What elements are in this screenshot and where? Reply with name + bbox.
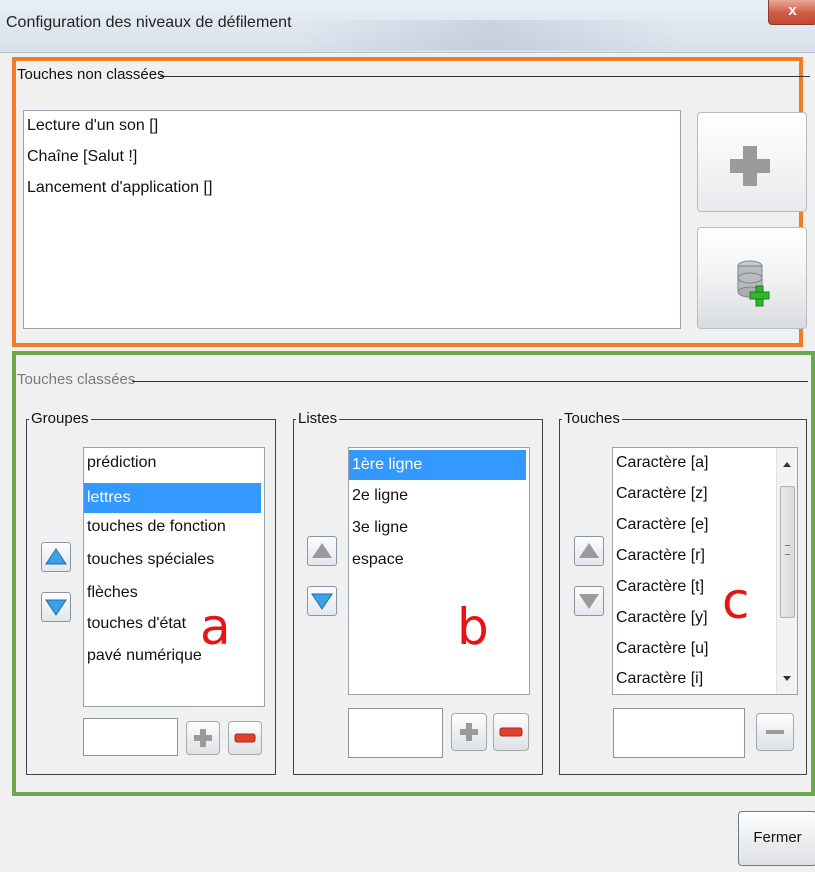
group-name-input[interactable]	[83, 718, 178, 756]
title-bar-background	[300, 20, 680, 50]
list-item[interactable]: Lancement d'application []	[27, 179, 212, 197]
sorted-legend: Touches classées	[17, 371, 136, 388]
unsorted-legend-line	[160, 76, 810, 77]
lists-legend: Listes	[296, 410, 340, 427]
annotation-b: b	[457, 598, 489, 656]
unsorted-keys-list[interactable]: Lecture d'un son [] Chaîne [Salut !] Lan…	[23, 110, 681, 329]
list-item[interactable]: Caractère [a]	[616, 454, 708, 472]
key-name-input[interactable]	[613, 708, 745, 758]
keys-legend: Touches	[562, 410, 622, 427]
list-item[interactable]: 2e ligne	[352, 487, 408, 505]
list-item[interactable]: Chaîne [Salut !]	[27, 148, 137, 166]
scroll-down-arrow-icon[interactable]	[777, 668, 797, 688]
list-item[interactable]: Caractère [e]	[616, 516, 708, 534]
list-item[interactable]: Caractère [z]	[616, 485, 708, 503]
list-item[interactable]: Caractère [i]	[616, 670, 703, 688]
close-button[interactable]: Fermer	[738, 811, 815, 866]
lists-list[interactable]: 1ère ligne 2e ligne 3e ligne espace	[348, 447, 530, 695]
add-group-button[interactable]	[186, 721, 220, 755]
move-down-button[interactable]	[574, 586, 604, 616]
remove-key-button[interactable]	[756, 713, 794, 751]
window-close-button[interactable]: x	[768, 0, 815, 25]
groups-legend: Groupes	[29, 410, 91, 427]
sorted-legend-line	[132, 381, 808, 382]
arrow-down-icon	[45, 599, 67, 616]
minus-icon	[766, 730, 784, 734]
move-down-button[interactable]	[41, 592, 71, 622]
minus-icon	[499, 727, 523, 737]
move-down-button[interactable]	[307, 586, 337, 616]
minus-icon	[234, 733, 256, 743]
list-item[interactable]: touches d'état	[87, 615, 186, 633]
list-name-input[interactable]	[348, 708, 443, 758]
list-item[interactable]: prédiction	[87, 454, 156, 472]
list-item-selected[interactable]: lettres	[84, 483, 261, 513]
plus-icon	[194, 729, 212, 747]
groups-list[interactable]: prédiction lettres touches de fonction t…	[83, 447, 265, 707]
list-item[interactable]: flèches	[87, 584, 138, 602]
window-title: Configuration des niveaux de défilement	[6, 14, 292, 31]
title-bar: Configuration des niveaux de défilement …	[0, 0, 815, 53]
remove-group-button[interactable]	[228, 721, 262, 755]
keys-list[interactable]: Caractère [a] Caractère [z] Caractère [e…	[612, 447, 798, 695]
arrow-down-icon	[311, 593, 333, 610]
list-item[interactable]: Caractère [r]	[616, 547, 705, 565]
scrollbar[interactable]	[776, 448, 797, 694]
list-item[interactable]: espace	[352, 551, 404, 569]
plus-icon	[730, 146, 770, 186]
scroll-up-arrow-icon[interactable]	[777, 456, 797, 476]
add-list-button[interactable]	[451, 713, 487, 751]
list-item[interactable]: touches spéciales	[87, 551, 214, 569]
arrow-up-icon	[45, 548, 67, 565]
arrow-up-icon	[579, 543, 599, 558]
add-key-button[interactable]	[697, 112, 807, 212]
list-item-selected[interactable]: 1ère ligne	[349, 450, 526, 480]
unsorted-legend: Touches non classées	[17, 66, 165, 83]
list-item[interactable]: Caractère [t]	[616, 578, 704, 596]
scrollbar-thumb[interactable]	[780, 486, 795, 618]
move-up-button[interactable]	[41, 542, 71, 572]
list-item[interactable]: Lecture d'un son []	[27, 117, 158, 135]
grip-icon	[785, 545, 790, 555]
annotation-a: a	[200, 598, 231, 656]
list-item[interactable]: 3e ligne	[352, 519, 408, 537]
close-button-label: Fermer	[753, 829, 802, 846]
database-add-icon	[737, 260, 770, 307]
list-item[interactable]: Caractère [y]	[616, 609, 708, 627]
list-item[interactable]: touches de fonction	[87, 518, 226, 536]
arrow-up-icon	[312, 543, 332, 558]
list-item[interactable]: Caractère [u]	[616, 640, 708, 658]
list-item[interactable]: pavé numérique	[87, 647, 202, 665]
plus-icon	[460, 723, 478, 741]
annotation-c: c	[722, 572, 750, 630]
remove-list-button[interactable]	[493, 713, 529, 751]
arrow-down-icon	[579, 594, 599, 609]
move-up-button[interactable]	[307, 536, 337, 566]
add-from-database-button[interactable]	[697, 227, 807, 329]
move-up-button[interactable]	[574, 536, 604, 566]
